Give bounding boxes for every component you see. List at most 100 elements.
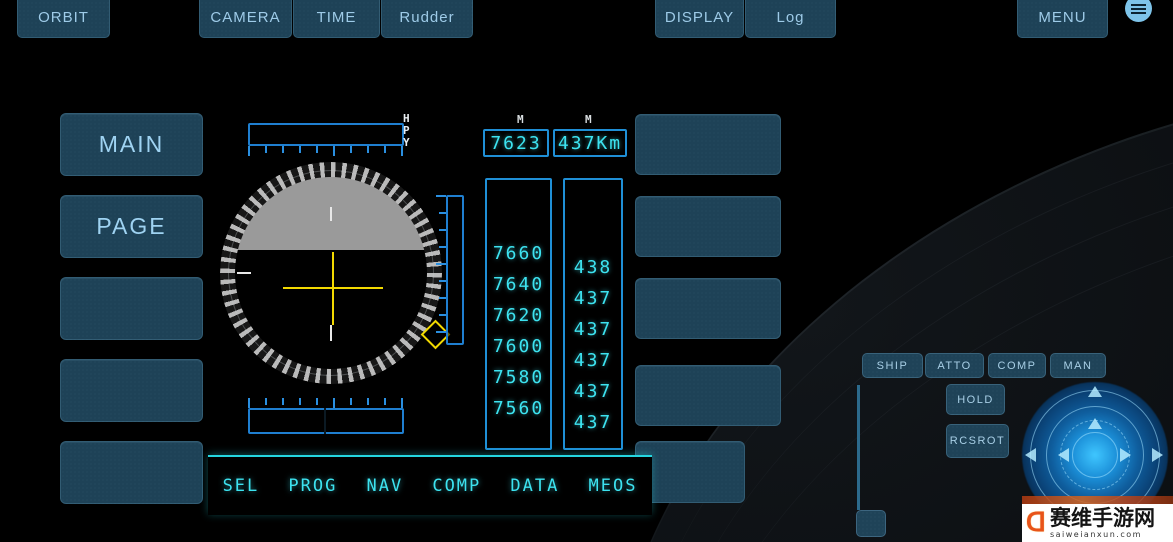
menu-item-meos[interactable]: MEOS [588,476,637,496]
watermark-cn-label: 赛维手游网 [1049,505,1155,530]
right-panel-item-3[interactable] [635,278,781,339]
right-panel-item-1[interactable] [635,114,781,175]
menu-item-prog-label: PROG [288,476,338,496]
camera-label: CAMERA [210,8,281,26]
menu-item-prog[interactable]: PROG [288,476,337,496]
altitude-tape-value: 7660 [492,243,545,264]
camera-button[interactable]: CAMERA [199,0,292,38]
sidebar-item-main[interactable]: MAIN [60,113,203,176]
compass-tick-west [237,272,251,274]
menu-item-comp-label: COMP [432,476,482,496]
bottom-menu-bar: SEL PROG NAV COMP DATA MEOS [208,455,652,515]
mode-button-hold[interactable]: HOLD [946,384,1005,415]
orbit-label: ORBIT [38,8,89,26]
watermark-text: 赛维手游网 saiweianxun.com [1049,505,1155,539]
altitude-tape-value: 7580 [492,367,545,388]
menu-item-sel-label: SEL [222,476,260,496]
compass-tick-south [330,325,332,341]
range-tape-values: 438 437 437 437 437 437 [565,252,621,438]
right-panel-item-2[interactable] [635,196,781,257]
log-button[interactable]: Log [745,0,836,38]
watermark: ᗡ 赛维手游网 saiweianxun.com [1022,504,1173,542]
sidebar-item-page-label: PAGE [96,213,167,239]
range-tape-value: 438 [573,257,613,278]
roll-tape-bottom [248,408,404,434]
heading-tape-top-ticks [248,146,404,156]
menu-item-comp[interactable]: COMP [432,476,481,496]
dragon-logo-icon: ᗡ [1026,508,1046,538]
mode-button-comp[interactable]: COMP [988,353,1046,378]
compass-tick-north [330,207,332,221]
altitude-tape-value: 7560 [492,398,545,419]
display-label: DISPLAY [664,8,735,26]
sidebar-item-4[interactable] [60,359,203,422]
menu-item-sel[interactable]: SEL [223,476,260,496]
pitch-tape-right [446,195,464,345]
altitude-readout: 7623 [483,129,549,157]
altitude-tape-value: 7640 [492,274,545,295]
sidebar-item-5[interactable] [60,441,203,504]
axis-label-p: P [403,124,410,137]
altitude-value: 7623 [490,132,542,154]
axis-label-y: Y [403,136,410,149]
rudder-label: Rudder [399,8,455,26]
axis-label-h: H [403,112,410,125]
range-readout: 437Km [553,129,627,157]
watermark-en-label: saiweianxun.com [1049,529,1142,539]
range-tape-value: 437 [573,350,613,371]
mode-button-ship[interactable]: SHIP [862,353,923,378]
menu-item-data[interactable]: DATA [510,476,559,496]
sidebar-item-3[interactable] [60,277,203,340]
radar-arrow-up-icon [1088,386,1102,397]
mode-button-ship-label: SHIP [876,359,909,372]
radar-arrow-right-inner-icon [1120,448,1131,462]
menu-item-data-label: DATA [510,476,560,496]
radar-ring-inner [1072,432,1118,478]
mode-button-man[interactable]: MAN [1050,353,1106,378]
altitude-tape: 7660 7640 7620 7600 7580 7560 [485,178,552,450]
mode-button-man-label: MAN [1063,359,1093,372]
range-tape-value: 437 [573,288,613,309]
range-value: 437Km [557,132,623,154]
roll-tape-bottom-ticks [248,398,404,408]
menu-item-meos-label: MEOS [588,476,638,496]
mode-button-comp-label: COMP [997,359,1037,372]
range-marker-icon: M [585,113,592,126]
right-panel-item-4[interactable] [635,365,781,426]
attitude-indicator[interactable]: H P Y [210,110,465,450]
radar-arrow-left-inner-icon [1058,448,1069,462]
mode-button-rcsrot[interactable]: RCSROT [946,424,1009,458]
menu-button[interactable]: MENU [1017,0,1108,38]
throttle-slider-track[interactable] [857,385,860,510]
altitude-tape-value: 7600 [492,336,545,357]
range-tape-value: 437 [573,319,613,340]
radar-arrow-right-icon [1152,448,1163,462]
menu-label: MENU [1038,8,1087,26]
altitude-tape-values: 7660 7640 7620 7600 7580 7560 [487,238,550,424]
log-label: Log [776,8,805,26]
orbit-button[interactable]: ORBIT [17,0,110,38]
sidebar-item-main-label: MAIN [98,131,165,157]
heading-tape-top [248,123,404,146]
roll-tape-center-divider [324,408,326,434]
menu-item-nav-label: NAV [366,476,404,496]
mode-button-rcsrot-label: RCSROT [949,435,1006,447]
radar-arrow-up-inner-icon [1088,418,1102,429]
mode-button-atto[interactable]: ATTO [925,353,984,378]
range-tape-value: 437 [573,412,613,433]
time-label: TIME [316,8,357,26]
range-tape: 438 437 437 437 437 437 [563,178,623,450]
altitude-marker-icon: M [517,113,524,126]
crosshair-vertical-icon [332,252,334,325]
range-tape-value: 437 [573,381,613,402]
navball[interactable] [220,162,451,384]
sidebar-item-page[interactable]: PAGE [60,195,203,258]
menu-item-nav[interactable]: NAV [366,476,403,496]
mode-button-hold-label: HOLD [957,393,994,406]
display-button[interactable]: DISPLAY [655,0,744,38]
rudder-button[interactable]: Rudder [381,0,473,38]
mode-button-atto-label: ATTO [937,359,972,372]
altitude-tape-value: 7620 [492,305,545,326]
throttle-slider-handle[interactable] [856,510,886,537]
time-button[interactable]: TIME [293,0,380,38]
